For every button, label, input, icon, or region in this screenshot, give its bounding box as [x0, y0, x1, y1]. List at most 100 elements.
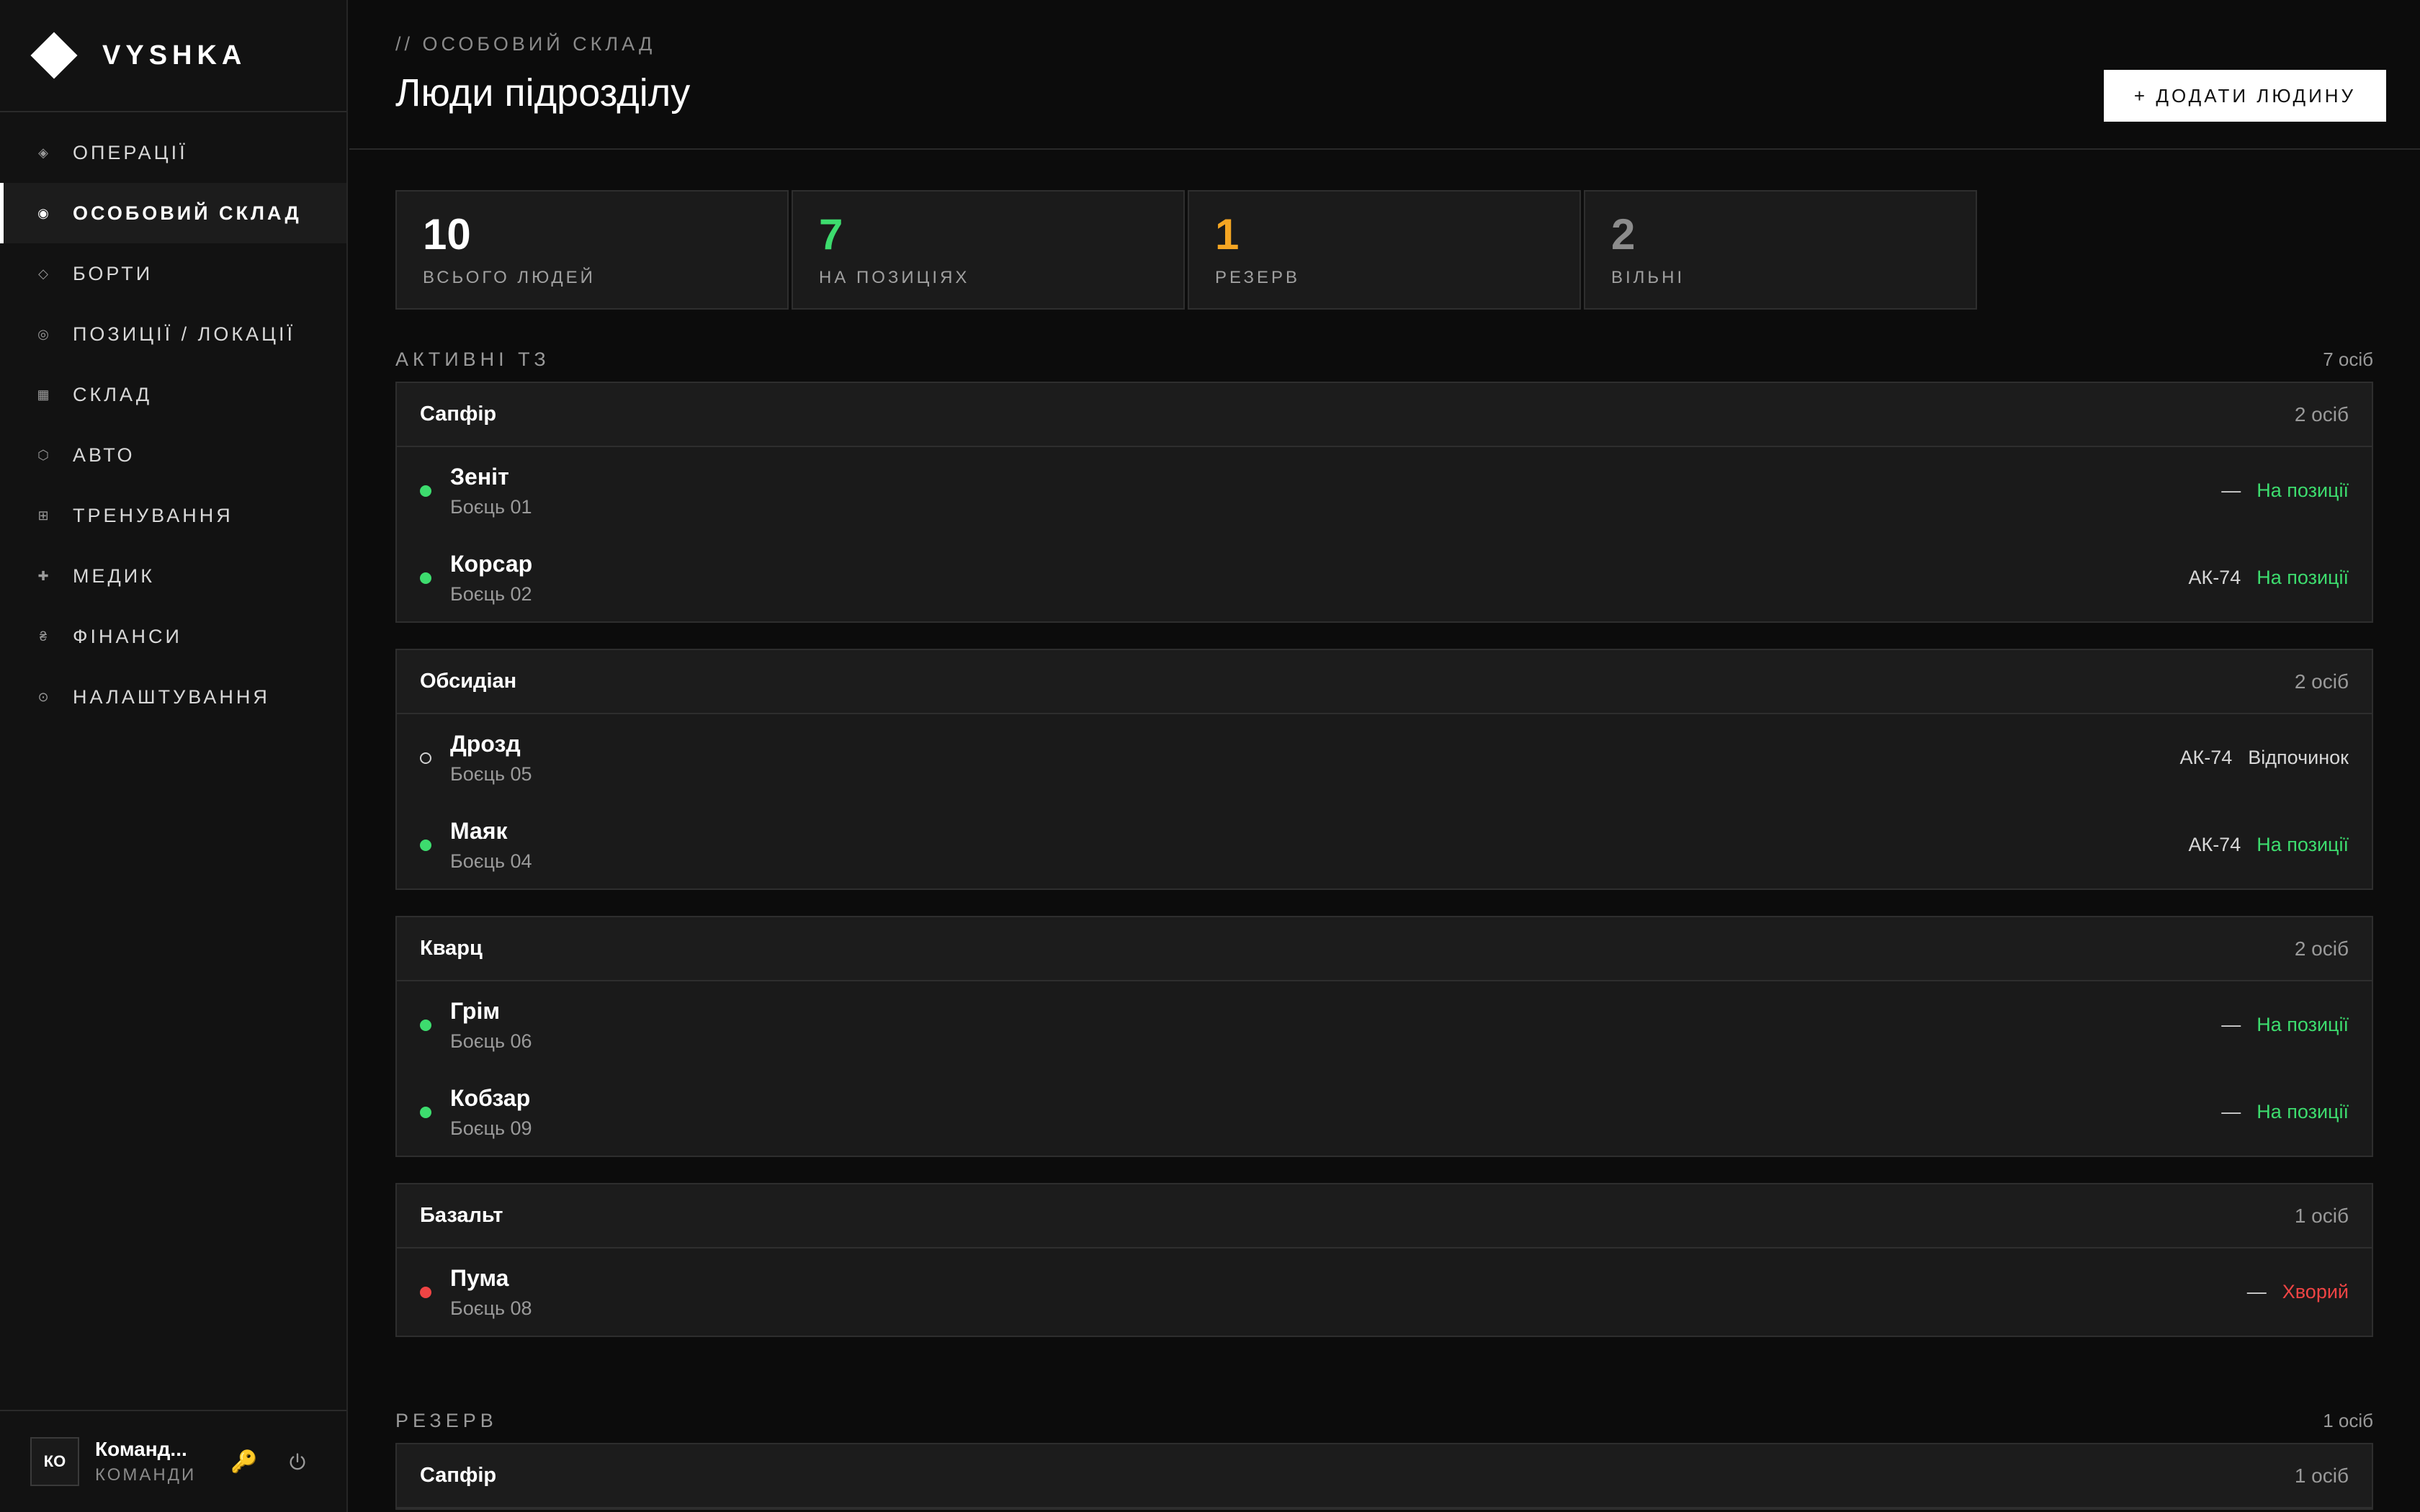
sidebar: VYSHKA ◈ ОПЕРАЦІЇ ◉ ОСОБОВИЙ СКЛАД ◇ БОРТИ…	[0, 0, 348, 1512]
section-title: АКТИВНІ ТЗ	[395, 348, 550, 370]
sidebar-nav: ◈ ОПЕРАЦІЇ ◉ ОСОБОВИЙ СКЛАД ◇ БОРТИ ◎ ПОЗИЦ…	[0, 112, 346, 727]
person-callsign: Зеніт	[450, 463, 509, 490]
sidebar-item-7[interactable]: ✚ МЕДИК	[0, 546, 346, 606]
person-weapon: —	[2246, 1281, 2267, 1302]
squad-name: Кварц	[420, 937, 483, 960]
person-row[interactable]: Маяк Боєць 04 АК-74 На позиції	[397, 801, 2372, 888]
sidebar-item-0[interactable]: ◈ ОПЕРАЦІЇ	[0, 122, 346, 183]
person-row[interactable]: Кобзар Боєць 09 — На позиції	[397, 1068, 2372, 1156]
add-person-button[interactable]: + ДОДАТИ ЛЮДИНУ	[2104, 70, 2386, 122]
person-meta: — Хворий	[2247, 1248, 2349, 1336]
person-weapon: АК-74	[2179, 747, 2233, 768]
status-dot-icon	[420, 1106, 431, 1118]
sidebar-item-5[interactable]: ⬡ АВТО	[0, 425, 346, 485]
status-dot-icon	[420, 485, 431, 497]
breadcrumb[interactable]: // ОСОБОВИЙ СКЛАД	[395, 33, 655, 55]
person-info: Кобзар Боєць 09	[450, 1085, 532, 1140]
stat-label: ВІЛЬНІ	[1611, 268, 1685, 287]
person-role: Боєць 06	[450, 1030, 532, 1052]
positions-icon: ◎	[37, 326, 49, 341]
person-callsign: Маяк	[450, 817, 508, 844]
sidebar-item-6[interactable]: ⊞ ТРЕНУВАННЯ	[0, 485, 346, 546]
status-badge: На позиції	[2257, 480, 2349, 501]
training-icon: ⊞	[37, 508, 49, 523]
stat-card: 1 РЕЗЕРВ	[1188, 190, 1581, 310]
sidebar-item-4[interactable]: ▦ СКЛАД	[0, 364, 346, 425]
person-row[interactable]: Дрозд Боєць 05 АК-74 Відпочинок	[397, 714, 2372, 801]
settings-icon: ⊙	[37, 689, 49, 704]
section-title: РЕЗЕРВ	[395, 1410, 498, 1431]
squad-header[interactable]: Сапфір 2 осіб	[397, 383, 2372, 447]
user-role: КОМАНДИ	[95, 1465, 197, 1485]
stat-value: 7	[819, 210, 843, 258]
stat-card: 7 НА ПОЗИЦІЯХ	[792, 190, 1185, 310]
reserve-section-header: РЕЗЕРВ 1 осіб	[395, 1410, 2373, 1432]
active-section-header: АКТИВНІ ТЗ 7 осіб	[395, 348, 2373, 371]
sidebar-item-label: МЕДИК	[73, 564, 155, 587]
stat-value: 1	[1215, 210, 1240, 258]
sidebar-item-label: ОСОБОВИЙ СКЛАД	[73, 202, 302, 224]
status-badge: Відпочинок	[2248, 747, 2349, 768]
person-role: Боєць 02	[450, 582, 532, 605]
person-info: Дрозд Боєць 05	[450, 731, 532, 786]
person-meta: АК-74 На позиції	[2188, 534, 2349, 621]
warehouse-icon: ▦	[37, 387, 50, 402]
page-title: Люди підрозділу	[395, 71, 691, 114]
status-badge: На позиції	[2257, 1014, 2349, 1035]
page-header: // ОСОБОВИЙ СКЛАД Люди підрозділу + ДОДА…	[349, 0, 2420, 150]
status-dot-icon	[420, 572, 431, 584]
person-row[interactable]: Пума Боєць 08 — Хворий	[397, 1248, 2372, 1336]
stat-label: НА ПОЗИЦІЯХ	[819, 268, 970, 287]
stat-card: 2 ВІЛЬНІ	[1584, 190, 1977, 310]
person-weapon: —	[2221, 480, 2241, 501]
squad-header[interactable]: Базальт 1 осіб	[397, 1184, 2372, 1248]
status-dot-icon	[420, 1019, 431, 1031]
person-row[interactable]: Грім Боєць 06 — На позиції	[397, 981, 2372, 1068]
person-weapon: —	[2221, 1014, 2241, 1035]
squad-group: Базальт 1 осіб Пума Боєць 08 — Хворий	[395, 1183, 2373, 1337]
squad-count: 2 осіб	[2294, 937, 2349, 960]
avatar[interactable]: КО	[30, 1437, 79, 1486]
user-panel: КО Команд... КОМАНДИ 🔑	[0, 1410, 346, 1512]
stat-card: 10 ВСЬОГО ЛЮДЕЙ	[395, 190, 789, 310]
person-meta: АК-74 Відпочинок	[2180, 714, 2349, 801]
squad-header[interactable]: Сапфір 1 осіб	[397, 1444, 2372, 1508]
key-icon[interactable]: 🔑	[230, 1449, 257, 1475]
squad-group: Сапфір 2 осіб Зеніт Боєць 01 — На позиці…	[395, 382, 2373, 623]
squad-group: Обсидіан 2 осіб Дрозд Боєць 05 АК-74 Від…	[395, 649, 2373, 890]
main-content: // ОСОБОВИЙ СКЛАД Люди підрозділу + ДОДА…	[349, 0, 2420, 1512]
squad-count: 1 осіб	[2294, 1464, 2349, 1487]
squad-header[interactable]: Кварц 2 осіб	[397, 917, 2372, 981]
squad-name: Сапфір	[420, 402, 497, 426]
squad-count: 2 осіб	[2294, 402, 2349, 426]
person-weapon: АК-74	[2188, 834, 2241, 855]
person-callsign: Кобзар	[450, 1084, 531, 1111]
sidebar-item-label: ОПЕРАЦІЇ	[73, 141, 188, 163]
person-info: Пума Боєць 08	[450, 1265, 532, 1320]
person-row[interactable]: Корсар Боєць 02 АК-74 На позиції	[397, 534, 2372, 621]
stat-label: РЕЗЕРВ	[1215, 268, 1301, 287]
person-info: Маяк Боєць 04	[450, 818, 532, 873]
sidebar-item-label: БОРТИ	[73, 262, 153, 284]
person-row[interactable]: Зеніт Боєць 01 — На позиції	[397, 447, 2372, 534]
sidebar-item-8[interactable]: ₴ ФІНАНСИ	[0, 606, 346, 667]
squad-name: Обсидіан	[420, 670, 517, 693]
section-count: 7 осіб	[2323, 348, 2373, 370]
sidebar-item-2[interactable]: ◇ БОРТИ	[0, 243, 346, 304]
sidebar-item-9[interactable]: ⊙ НАЛАШТУВАННЯ	[0, 667, 346, 727]
stat-value: 10	[423, 210, 471, 258]
user-name: Команд...	[95, 1438, 187, 1460]
finance-icon: ₴	[39, 629, 47, 644]
sidebar-item-1[interactable]: ◉ ОСОБОВИЙ СКЛАД	[0, 183, 346, 243]
status-badge: На позиції	[2257, 1101, 2349, 1122]
stat-value: 2	[1611, 210, 1636, 258]
power-icon[interactable]	[287, 1452, 308, 1472]
squad-header[interactable]: Обсидіан 2 осіб	[397, 650, 2372, 714]
aircraft-icon: ◇	[38, 266, 48, 281]
sidebar-item-3[interactable]: ◎ ПОЗИЦІЇ / ЛОКАЦІЇ	[0, 304, 346, 364]
sidebar-item-label: НАЛАШТУВАННЯ	[73, 685, 270, 708]
brand-name: VYSHKA	[102, 40, 247, 71]
squad-name: Базальт	[420, 1204, 503, 1227]
brand[interactable]: VYSHKA	[0, 0, 346, 112]
user-info: Команд... КОМАНДИ	[95, 1438, 210, 1485]
